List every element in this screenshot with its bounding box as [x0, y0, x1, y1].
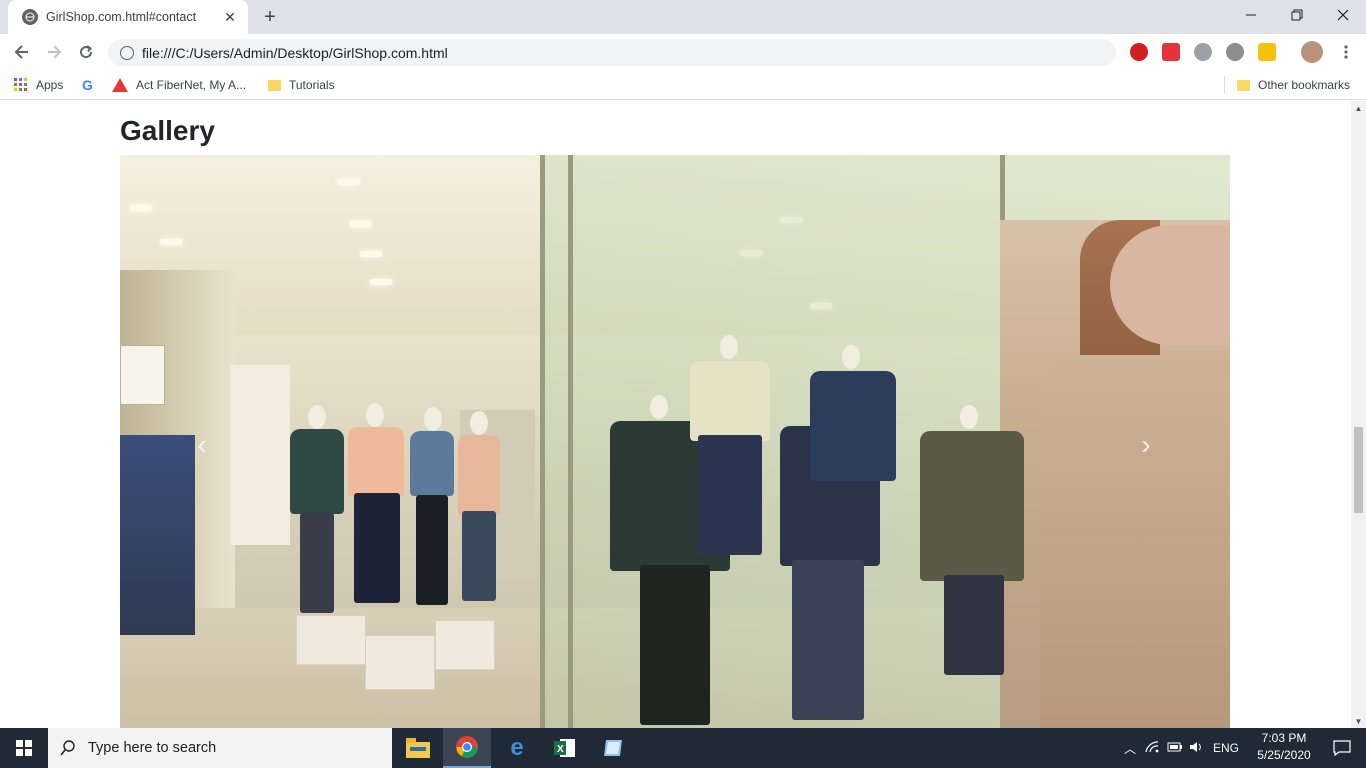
chevron-right-icon: › — [1141, 429, 1151, 460]
apps-grid-icon — [14, 78, 28, 92]
page-viewport: Gallery ‹ › — [0, 101, 1351, 728]
new-tab-button[interactable]: + — [258, 6, 282, 28]
bookmark-label: Apps — [36, 78, 64, 92]
folder-icon — [1237, 79, 1250, 91]
close-tab-icon[interactable]: ✕ — [222, 9, 238, 25]
globe-extension-icon[interactable] — [1194, 43, 1212, 61]
bookmark-label: Tutorials — [289, 78, 335, 92]
gallery-heading: Gallery — [120, 115, 215, 146]
back-button[interactable] — [8, 38, 36, 66]
browser-tab[interactable]: GirlShop.com.html#contact ✕ — [8, 0, 248, 34]
opera-extension-icon[interactable] — [1130, 43, 1148, 61]
close-window-button[interactable] — [1320, 0, 1366, 30]
search-placeholder: Type here to search — [88, 740, 217, 756]
carousel-prev-button[interactable]: ‹ — [182, 425, 222, 465]
tab-strip: GirlShop.com.html#contact ✕ + — [0, 0, 1366, 34]
reload-button[interactable] — [72, 38, 100, 66]
clock-time: 7:03 PM — [1261, 731, 1307, 745]
page-info-icon[interactable] — [120, 45, 134, 60]
scroll-up-arrow-icon[interactable]: ▲ — [1351, 101, 1366, 115]
edge-icon[interactable]: e — [493, 728, 541, 768]
menu-kebab-icon[interactable] — [1332, 38, 1360, 66]
bookmark-apps[interactable]: Apps — [14, 76, 63, 94]
folder-icon — [268, 79, 281, 91]
windows-logo-icon — [16, 740, 32, 756]
volume-icon[interactable] — [1186, 741, 1208, 756]
carousel-image-store-interior — [120, 155, 1230, 728]
chevron-left-icon: ‹ — [197, 429, 207, 460]
globe-icon — [22, 9, 38, 25]
page-scrollbar[interactable]: ▲ ▼ — [1351, 101, 1366, 728]
yellow-extension-icon[interactable] — [1258, 43, 1276, 61]
battery-icon[interactable] — [1164, 741, 1186, 755]
file-explorer-icon[interactable] — [394, 728, 442, 768]
browser-toolbar — [0, 34, 1366, 70]
bookmarks-bar: Apps G Act FiberNet, My A... Tutorials O… — [0, 70, 1366, 100]
notepad-icon[interactable] — [589, 728, 637, 768]
bookmark-google[interactable]: G — [82, 76, 101, 94]
scrollbar-thumb[interactable] — [1354, 427, 1363, 513]
restore-button[interactable] — [1274, 0, 1320, 30]
system-clock[interactable]: 7:03 PM 5/25/2020 — [1250, 730, 1318, 764]
clock-date: 5/25/2020 — [1257, 748, 1311, 762]
language-indicator[interactable]: ENG — [1208, 741, 1244, 755]
bookmark-label: Act FiberNet, My A... — [136, 78, 247, 92]
search-icon — [60, 740, 75, 756]
profile-avatar[interactable] — [1301, 41, 1323, 63]
other-bookmarks[interactable]: Other bookmarks — [1224, 76, 1350, 94]
chrome-icon[interactable] — [443, 728, 491, 768]
start-button[interactable] — [0, 728, 48, 768]
system-tray: ︿ ENG — [1120, 728, 1244, 768]
excel-icon[interactable]: X — [541, 728, 589, 768]
tab-title: GirlShop.com.html#contact — [46, 10, 197, 24]
windows-taskbar: Type here to search e X ︿ ENG 7:03 PM 5/… — [0, 728, 1366, 768]
notifications-icon[interactable] — [1318, 728, 1366, 768]
other-bookmarks-label: Other bookmarks — [1258, 78, 1351, 92]
address-bar[interactable] — [108, 39, 1116, 66]
minimize-button[interactable] — [1228, 0, 1274, 30]
url-input[interactable] — [142, 44, 1042, 61]
show-hidden-icons-icon[interactable]: ︿ — [1120, 740, 1140, 757]
network-icon[interactable] — [1140, 740, 1164, 756]
act-fibernet-icon — [112, 78, 128, 92]
taskbar-search-box[interactable]: Type here to search — [48, 728, 392, 768]
bookmark-act-fibernet[interactable]: Act FiberNet, My A... — [112, 76, 246, 94]
google-icon: G — [82, 77, 93, 93]
gallery-carousel[interactable]: ‹ › — [120, 155, 1230, 728]
cloud-extension-icon[interactable] — [1226, 43, 1244, 61]
forward-button[interactable] — [40, 38, 68, 66]
bookmark-tutorials[interactable]: Tutorials — [268, 76, 335, 94]
scroll-down-arrow-icon[interactable]: ▼ — [1351, 714, 1366, 728]
svg-text:X: X — [557, 744, 564, 755]
red-extension-icon[interactable] — [1162, 43, 1180, 61]
carousel-next-button[interactable]: › — [1126, 425, 1166, 465]
